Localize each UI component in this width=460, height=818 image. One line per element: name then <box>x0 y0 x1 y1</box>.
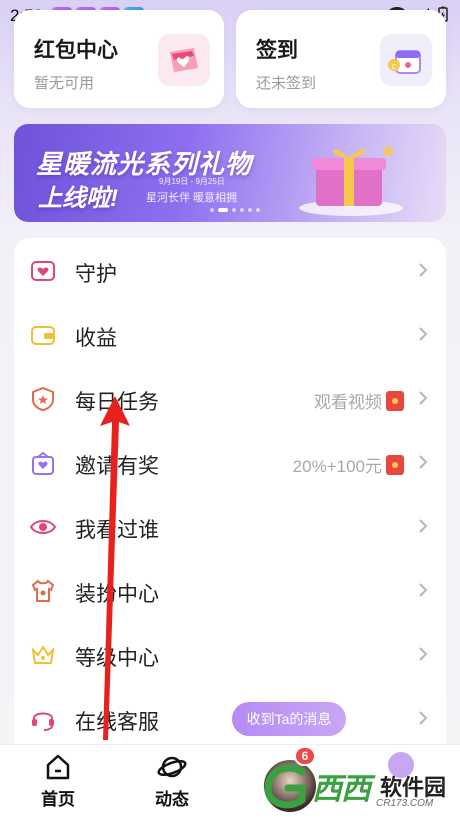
banner-dot[interactable] <box>210 208 214 212</box>
chevron-right-icon <box>419 711 428 725</box>
promo-banner[interactable]: 星暖流光系列礼物 上线啦! 9月19日 - 9月25日 星河长伴 暖意相拥 <box>14 124 446 222</box>
banner-dot[interactable] <box>232 208 236 212</box>
menu-item-level[interactable]: 等级中心 <box>14 622 446 686</box>
watermark: 西西 软件园 CR173.COM <box>260 762 456 814</box>
menu-right-hint: 观看视频 <box>314 388 404 413</box>
nav-home-tab[interactable]: 首页 <box>18 753 98 810</box>
home-icon <box>46 754 70 780</box>
invite-gift-icon <box>32 451 54 475</box>
chevron-right-icon <box>419 455 428 469</box>
menu-item-customer-service[interactable]: 在线客服 <box>14 686 446 750</box>
menu-item-guard[interactable]: 守护 <box>14 238 446 302</box>
menu-hint-text: 20%+100元 <box>292 457 382 476</box>
red-packet-icon <box>158 34 210 86</box>
chevron-right-icon <box>419 263 428 277</box>
red-packet-mini-icon <box>386 390 404 411</box>
wallet-icon <box>31 326 55 345</box>
menu-item-dressup[interactable]: 装扮中心 <box>14 558 446 622</box>
chevron-right-icon <box>419 647 428 661</box>
banner-dot[interactable] <box>256 208 260 212</box>
headset-icon <box>32 712 54 731</box>
nav-home-label: 首页 <box>41 790 75 809</box>
svg-text:c: c <box>392 62 397 72</box>
red-packet-center-card[interactable]: 红包中心 暂无可用 <box>14 10 224 108</box>
calendar-icon: c <box>380 34 432 86</box>
crown-icon <box>31 645 55 664</box>
watermark-logo-icon <box>264 764 306 809</box>
banner-dot-active[interactable] <box>218 208 228 212</box>
banner-dot[interactable] <box>240 208 244 212</box>
red-arrow-annotation <box>100 396 130 740</box>
sign-in-subtitle: 还未签到 <box>256 75 317 92</box>
chevron-right-icon <box>419 327 428 341</box>
menu-list: 守护 收益 每日任务 观看视频 邀请有奖 20%+100元 <box>14 238 446 758</box>
red-packet-subtitle: 暂无可用 <box>34 75 95 92</box>
sign-in-card[interactable]: 签到 还未签到 c <box>236 10 446 108</box>
banner-date: 9月19日 - 9月25日 <box>159 177 225 186</box>
menu-hint-text: 观看视频 <box>314 393 382 412</box>
watermark-url: CR173.COM <box>376 798 434 809</box>
menu-item-daily-tasks[interactable]: 每日任务 观看视频 <box>14 366 446 430</box>
banner-dot[interactable] <box>248 208 252 212</box>
sign-in-title: 签到 <box>256 39 298 62</box>
chevron-right-icon <box>419 391 428 405</box>
message-toast[interactable]: 收到Ta的消息 <box>232 702 346 736</box>
red-packet-title: 红包中心 <box>34 39 118 62</box>
menu-item-earnings[interactable]: 收益 <box>14 302 446 366</box>
shirt-icon <box>31 579 55 602</box>
planet-icon <box>157 756 187 778</box>
banner-subtitle: 星河长伴 暖意相拥 <box>146 192 238 204</box>
watermark-text: 西西 <box>312 773 371 806</box>
banner-title-line2: 上线啦! <box>38 185 118 212</box>
chevron-right-icon <box>419 519 428 533</box>
chevron-right-icon <box>419 583 428 597</box>
nav-dynamic-label: 动态 <box>155 790 189 809</box>
menu-item-invite[interactable]: 邀请有奖 20%+100元 <box>14 430 446 494</box>
eye-icon <box>30 520 56 534</box>
banner-pagination <box>210 208 260 212</box>
nav-dynamic-tab[interactable]: 动态 <box>132 753 212 810</box>
gift-box-icon <box>296 136 406 221</box>
menu-label: 收益 <box>75 327 117 350</box>
daily-task-icon <box>32 386 54 412</box>
guard-heart-icon <box>31 261 55 281</box>
menu-right-hint: 20%+100元 <box>293 452 404 477</box>
red-packet-mini-icon <box>386 454 404 475</box>
menu-item-visitors[interactable]: 我看过谁 <box>14 494 446 558</box>
menu-label: 守护 <box>75 263 117 286</box>
